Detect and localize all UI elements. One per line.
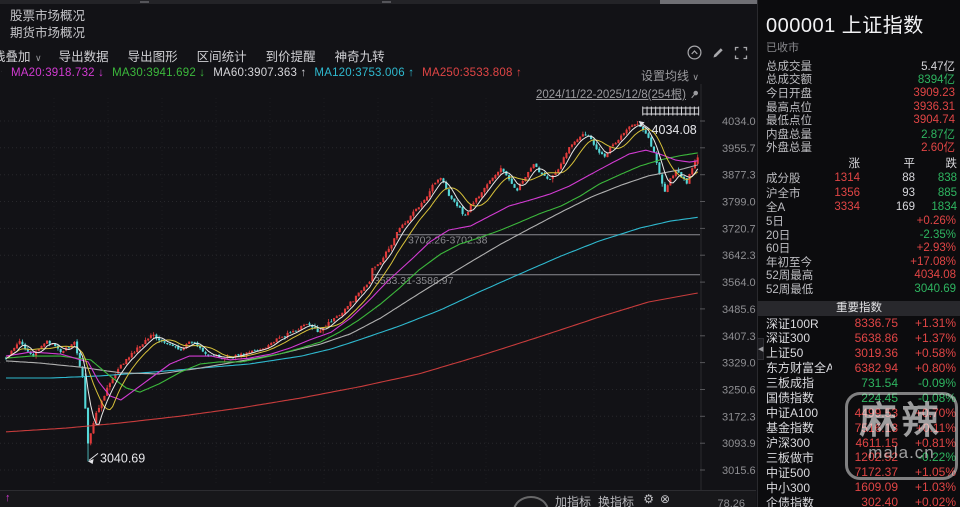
panel-collapse-handle[interactable]: ◀	[757, 338, 764, 360]
svg-text:3329.00: 3329.00	[722, 358, 756, 370]
index-row[interactable]: 三板做市 1202.52 -0.22%	[758, 450, 960, 465]
svg-text:3015.63: 3015.63	[722, 465, 756, 477]
index-row[interactable]: 中证A100 4499.53 +0.70%	[758, 405, 960, 420]
important-indices-header: 重要指数	[758, 301, 960, 316]
sidebar-item[interactable]: 股票市场概况	[10, 8, 85, 25]
top-strip-dash	[382, 1, 391, 3]
index-row[interactable]: 东方财富全A 6382.94 +0.80%	[758, 360, 960, 375]
market-overview-list: 股票市场概况期货市场概况	[10, 8, 85, 42]
svg-text:3040.69: 3040.69	[100, 451, 145, 465]
svg-text:3583.31-3586.97: 3583.31-3586.97	[374, 275, 454, 287]
top-strip-dash	[140, 1, 149, 3]
performance-row: 52周最低 3040.69	[758, 282, 960, 296]
ma-legend-item: MA60:3907.363 ↑	[213, 67, 306, 79]
svg-text:3799.05: 3799.05	[722, 197, 756, 209]
quote-stats: 总成交量 5.47亿 总成交额 8394亿 今日开盘 3909.23 最高点位 …	[758, 59, 960, 154]
toolbar-menu-item[interactable]: 神奇九转	[335, 46, 387, 65]
market-status: 已收市	[766, 39, 960, 55]
ma-legend-item: MA120:3753.006 ↑	[314, 67, 414, 79]
svg-text:3172.32: 3172.32	[722, 411, 756, 423]
breadth-table: 涨 平 跌 成分股 1314 88 838 沪全市 1356 93 885	[758, 156, 960, 214]
index-row[interactable]: 企债指数 302.40 +0.02%	[758, 495, 960, 507]
stock-app-window: 股票市场概况期货市场概况 线叠加 ∨ 导出数据导出图形区间统计到价提醒神奇九转	[0, 0, 960, 507]
index-row[interactable]: 深证300 5638.86 +1.37%	[758, 331, 960, 346]
svg-text:3642.37: 3642.37	[722, 250, 756, 262]
toolbar-menu-item[interactable]: 到价提醒	[266, 46, 318, 65]
toolbar-menu-item[interactable]: 线叠加 ∨	[0, 46, 42, 65]
add-indicator-button[interactable]: 加指标	[555, 493, 591, 507]
ma-settings-button[interactable]: 设置均线 ∨	[641, 67, 699, 84]
index-row[interactable]: 深证100R 8336.75 +1.31%	[758, 316, 960, 331]
chart-pane: 股票市场概况期货市场概况 线叠加 ∨ 导出数据导出图形区间统计到价提醒神奇九转	[0, 4, 756, 507]
ma-legend-item: MA250:3533.808 ↑	[422, 67, 522, 79]
breadth-row: 全A 3334 169 1834	[758, 200, 960, 215]
svg-text:3702.26-3702.38: 3702.26-3702.38	[408, 235, 488, 247]
svg-text:3564.03: 3564.03	[722, 277, 756, 289]
indicator-close-icon[interactable]: ⊗	[660, 492, 670, 506]
index-row[interactable]: 三板成指 731.54 -0.09%	[758, 375, 960, 390]
index-row[interactable]: 基金指数 7516.13 +0.11%	[758, 420, 960, 435]
toolbar-menu-item[interactable]: 导出图形	[128, 46, 180, 65]
indicator-pane-header: ↑ 加指标 换指标 ⚙ ⊗ 78.26	[0, 490, 756, 507]
svg-text:4034.08: 4034.08	[722, 116, 756, 128]
toolbar-menu-item[interactable]: 区间统计	[197, 46, 249, 65]
chart-toolbar: 线叠加 ∨ 导出数据导出图形区间统计到价提醒神奇九转	[0, 44, 756, 63]
toolbar-menu: 线叠加 ∨ 导出数据导出图形区间统计到价提醒神奇九转	[0, 46, 387, 65]
candlestick-chart[interactable]: 4034.08 3955.74 3877.39 3799.05 3720.71 3642.…	[0, 84, 756, 490]
index-row[interactable]: 中小300 1609.09 +1.03%	[758, 480, 960, 495]
index-row[interactable]: 沪深300 4611.15 +0.81%	[758, 435, 960, 450]
breadth-header: 涨 平 跌	[758, 156, 960, 171]
svg-text:3407.34: 3407.34	[722, 331, 756, 343]
index-row[interactable]: 国债指数 224.45 -0.08%	[758, 390, 960, 405]
breadth-row: 成分股 1314 88 838	[758, 171, 960, 186]
performance-list: 5日 +0.26% 20日 -2.35% 60日 +2.93% 年初至今 +17…	[758, 215, 960, 296]
breadth-row: 沪全市 1356 93 885	[758, 185, 960, 200]
draw-pen-icon[interactable]	[711, 46, 725, 60]
instrument-title: 000001 上证指数	[766, 9, 960, 38]
svg-text:3720.71: 3720.71	[722, 223, 756, 235]
svg-text:3485.68: 3485.68	[722, 304, 756, 316]
toolbar-menu-item[interactable]: 导出数据	[59, 46, 111, 65]
svg-text:3877.39: 3877.39	[722, 170, 756, 182]
pane-ma-arrow: ↑	[5, 492, 11, 504]
indices-list: 深证100R 8336.75 +1.31% 深证300 5638.86 +1.3…	[758, 316, 960, 507]
switch-indicator-button[interactable]: 换指标	[598, 493, 634, 507]
ma-legend-row: ↑ MA20:3918.732 ↓ MA30:3941.692 ↓ MA60:3907…	[1, 65, 701, 81]
quote-panel: ◀ 000001 上证指数 已收市 总成交量 5.47亿 总成交额 8394亿 …	[757, 0, 960, 507]
svg-text:3250.66: 3250.66	[722, 385, 756, 397]
ma-legend-item: MA30:3941.692 ↓	[112, 67, 205, 79]
indicator-settings-gear-icon[interactable]: ⚙	[643, 492, 654, 506]
ma-legend-item: MA20:3918.732 ↓	[11, 67, 104, 79]
index-row[interactable]: 中证500 7172.37 +1.05%	[758, 465, 960, 480]
index-row[interactable]: 上证50 3019.36 +0.58%	[758, 346, 960, 361]
clipped-ma-arrow: ↑	[1, 67, 3, 79]
stat-row: 外盘总量 2.60亿	[758, 141, 960, 155]
svg-text:4034.08: 4034.08	[652, 123, 697, 137]
svg-text:3955.74: 3955.74	[722, 143, 756, 155]
fullscreen-icon[interactable]	[734, 46, 748, 60]
svg-text:3093.97: 3093.97	[722, 438, 756, 450]
sub-axis-value: 78.26	[717, 498, 745, 507]
sidebar-item[interactable]: 期货市场概况	[10, 25, 85, 42]
collapse-circle-icon[interactable]	[687, 45, 702, 60]
